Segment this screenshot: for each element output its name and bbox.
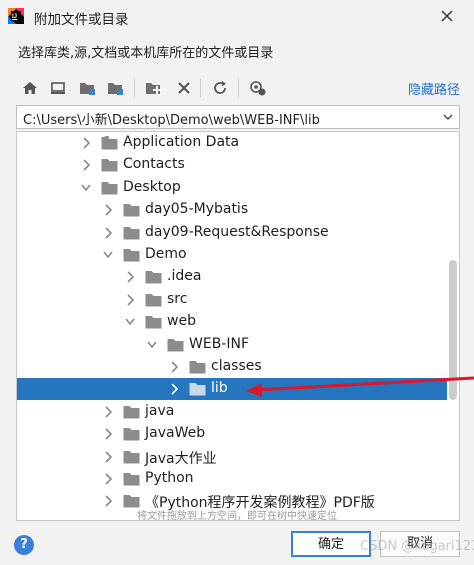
chevron-right-icon[interactable] (103, 495, 113, 507)
file-tree[interactable]: Application Data Contacts Desktop day05-Myb… (16, 131, 460, 521)
tree-item-label: web (167, 313, 196, 330)
chevron-down-icon[interactable] (103, 249, 113, 261)
chevron-down-icon[interactable] (147, 339, 157, 351)
tree-row[interactable]: Demo (17, 244, 447, 266)
tree-item-label: Demo (145, 246, 187, 262)
toolbar-separator (238, 79, 239, 97)
folder-icon (123, 450, 140, 464)
tree-item-label: Contacts (123, 156, 185, 173)
tree-item-label: Application Data (123, 134, 240, 150)
chevron-down-icon[interactable] (81, 182, 91, 194)
tree-item-label: lib (211, 380, 228, 397)
folder-icon (123, 405, 140, 419)
close-icon[interactable] (438, 7, 456, 25)
tree-row[interactable]: JavaWeb (17, 423, 447, 445)
chevron-right-icon[interactable] (169, 383, 179, 395)
tree-row[interactable]: Contacts (17, 154, 447, 176)
tree-item-label: Python (145, 470, 194, 486)
folder-icon (189, 383, 206, 396)
tree-item-label: java (145, 402, 175, 419)
tree-row[interactable]: Application Data (17, 132, 447, 154)
home-icon[interactable] (20, 78, 40, 98)
path-input[interactable]: C:\Users\小新\Desktop\Demo\web\WEB-INF\lib (23, 109, 320, 128)
toolbar-separator (200, 79, 201, 97)
chevron-down-icon[interactable] (443, 114, 453, 121)
chevron-right-icon[interactable] (81, 137, 91, 149)
tree-row[interactable]: day09-Request&Response (17, 222, 447, 244)
module-folder-icon[interactable] (106, 78, 126, 98)
tree-item-label: JavaWeb (145, 425, 206, 442)
tree-row[interactable]: src (17, 289, 447, 311)
tree-row[interactable]: day05-Mybatis (17, 199, 447, 221)
folder-icon (101, 159, 118, 172)
tree-row[interactable]: Python (17, 468, 447, 490)
tree-item-label: src (167, 290, 188, 307)
tree-row[interactable]: classes (17, 356, 447, 378)
chevron-down-icon[interactable] (125, 316, 135, 328)
chevron-right-icon[interactable] (169, 361, 179, 373)
path-combobox[interactable]: C:\Users\小新\Desktop\Demo\web\WEB-INF\lib (16, 105, 460, 129)
refresh-icon[interactable] (210, 78, 230, 98)
chevron-right-icon[interactable] (103, 406, 113, 418)
chevron-right-icon[interactable] (103, 428, 113, 440)
folder-icon (123, 428, 140, 441)
toolbar: 隐藏路径 (16, 76, 462, 100)
tree-row[interactable]: web (17, 311, 447, 333)
folder-icon (123, 473, 140, 486)
help-icon[interactable]: ? (14, 535, 34, 555)
tree-row[interactable]: lib (17, 378, 447, 401)
tree-item-label: WEB-INF (189, 335, 249, 352)
delete-icon[interactable] (174, 78, 194, 98)
title-bar: IJ 附加文件或目录 (0, 0, 474, 32)
folder-icon (123, 204, 140, 217)
desktop-icon[interactable] (48, 78, 68, 98)
show-hidden-icon[interactable] (248, 78, 268, 98)
chevron-right-icon[interactable] (103, 451, 113, 463)
drag-drop-hint: 将文件拖放到上方空间，即可在树中快速定位 (137, 511, 337, 522)
tree-item-label: .idea (167, 268, 202, 285)
vertical-scrollbar[interactable] (449, 260, 457, 400)
chevron-right-icon[interactable] (81, 159, 91, 171)
folder-icon (145, 271, 162, 284)
tree-row[interactable]: Desktop (17, 177, 447, 199)
intellij-app-icon: IJ (8, 8, 24, 24)
folder-icon (189, 361, 206, 374)
folder-icon (123, 226, 140, 240)
chevron-right-icon[interactable] (125, 294, 135, 306)
tree-row[interactable]: WEB-INF (17, 334, 447, 356)
folder-icon (167, 338, 184, 352)
chevron-right-icon[interactable] (125, 271, 135, 283)
tree-item-label: day05-Mybatis (145, 201, 249, 218)
folder-icon (145, 316, 162, 329)
tree-item-label: classes (211, 358, 262, 374)
hide-path-link[interactable]: 隐藏路径 (408, 79, 460, 98)
folder-icon (145, 293, 162, 307)
folder-icon (123, 249, 140, 262)
chevron-right-icon[interactable] (103, 473, 113, 485)
tree-row[interactable]: .idea (17, 266, 447, 288)
ok-button[interactable]: 确定 (291, 531, 371, 557)
chevron-right-icon[interactable] (103, 227, 113, 239)
tree-row[interactable]: Java大作业 (17, 446, 447, 468)
shortcut-folder-icon (101, 136, 118, 150)
tree-row[interactable]: java (17, 401, 447, 423)
tree-item-label: day09-Request&Response (145, 223, 329, 240)
window-title: 附加文件或目录 (34, 12, 129, 28)
toolbar-separator (134, 79, 135, 97)
project-folder-icon[interactable] (78, 78, 98, 98)
new-folder-icon[interactable] (144, 78, 164, 98)
tree-item-label: Java大作业 (145, 450, 217, 467)
folder-icon (101, 181, 118, 195)
watermark: CSDN @kagari123 (360, 539, 474, 554)
chevron-right-icon[interactable] (103, 204, 113, 216)
tree-item-label: Desktop (123, 178, 181, 195)
dialog-description: 选择库类,源,文档或本机库所在的文件或目录 (18, 46, 274, 61)
